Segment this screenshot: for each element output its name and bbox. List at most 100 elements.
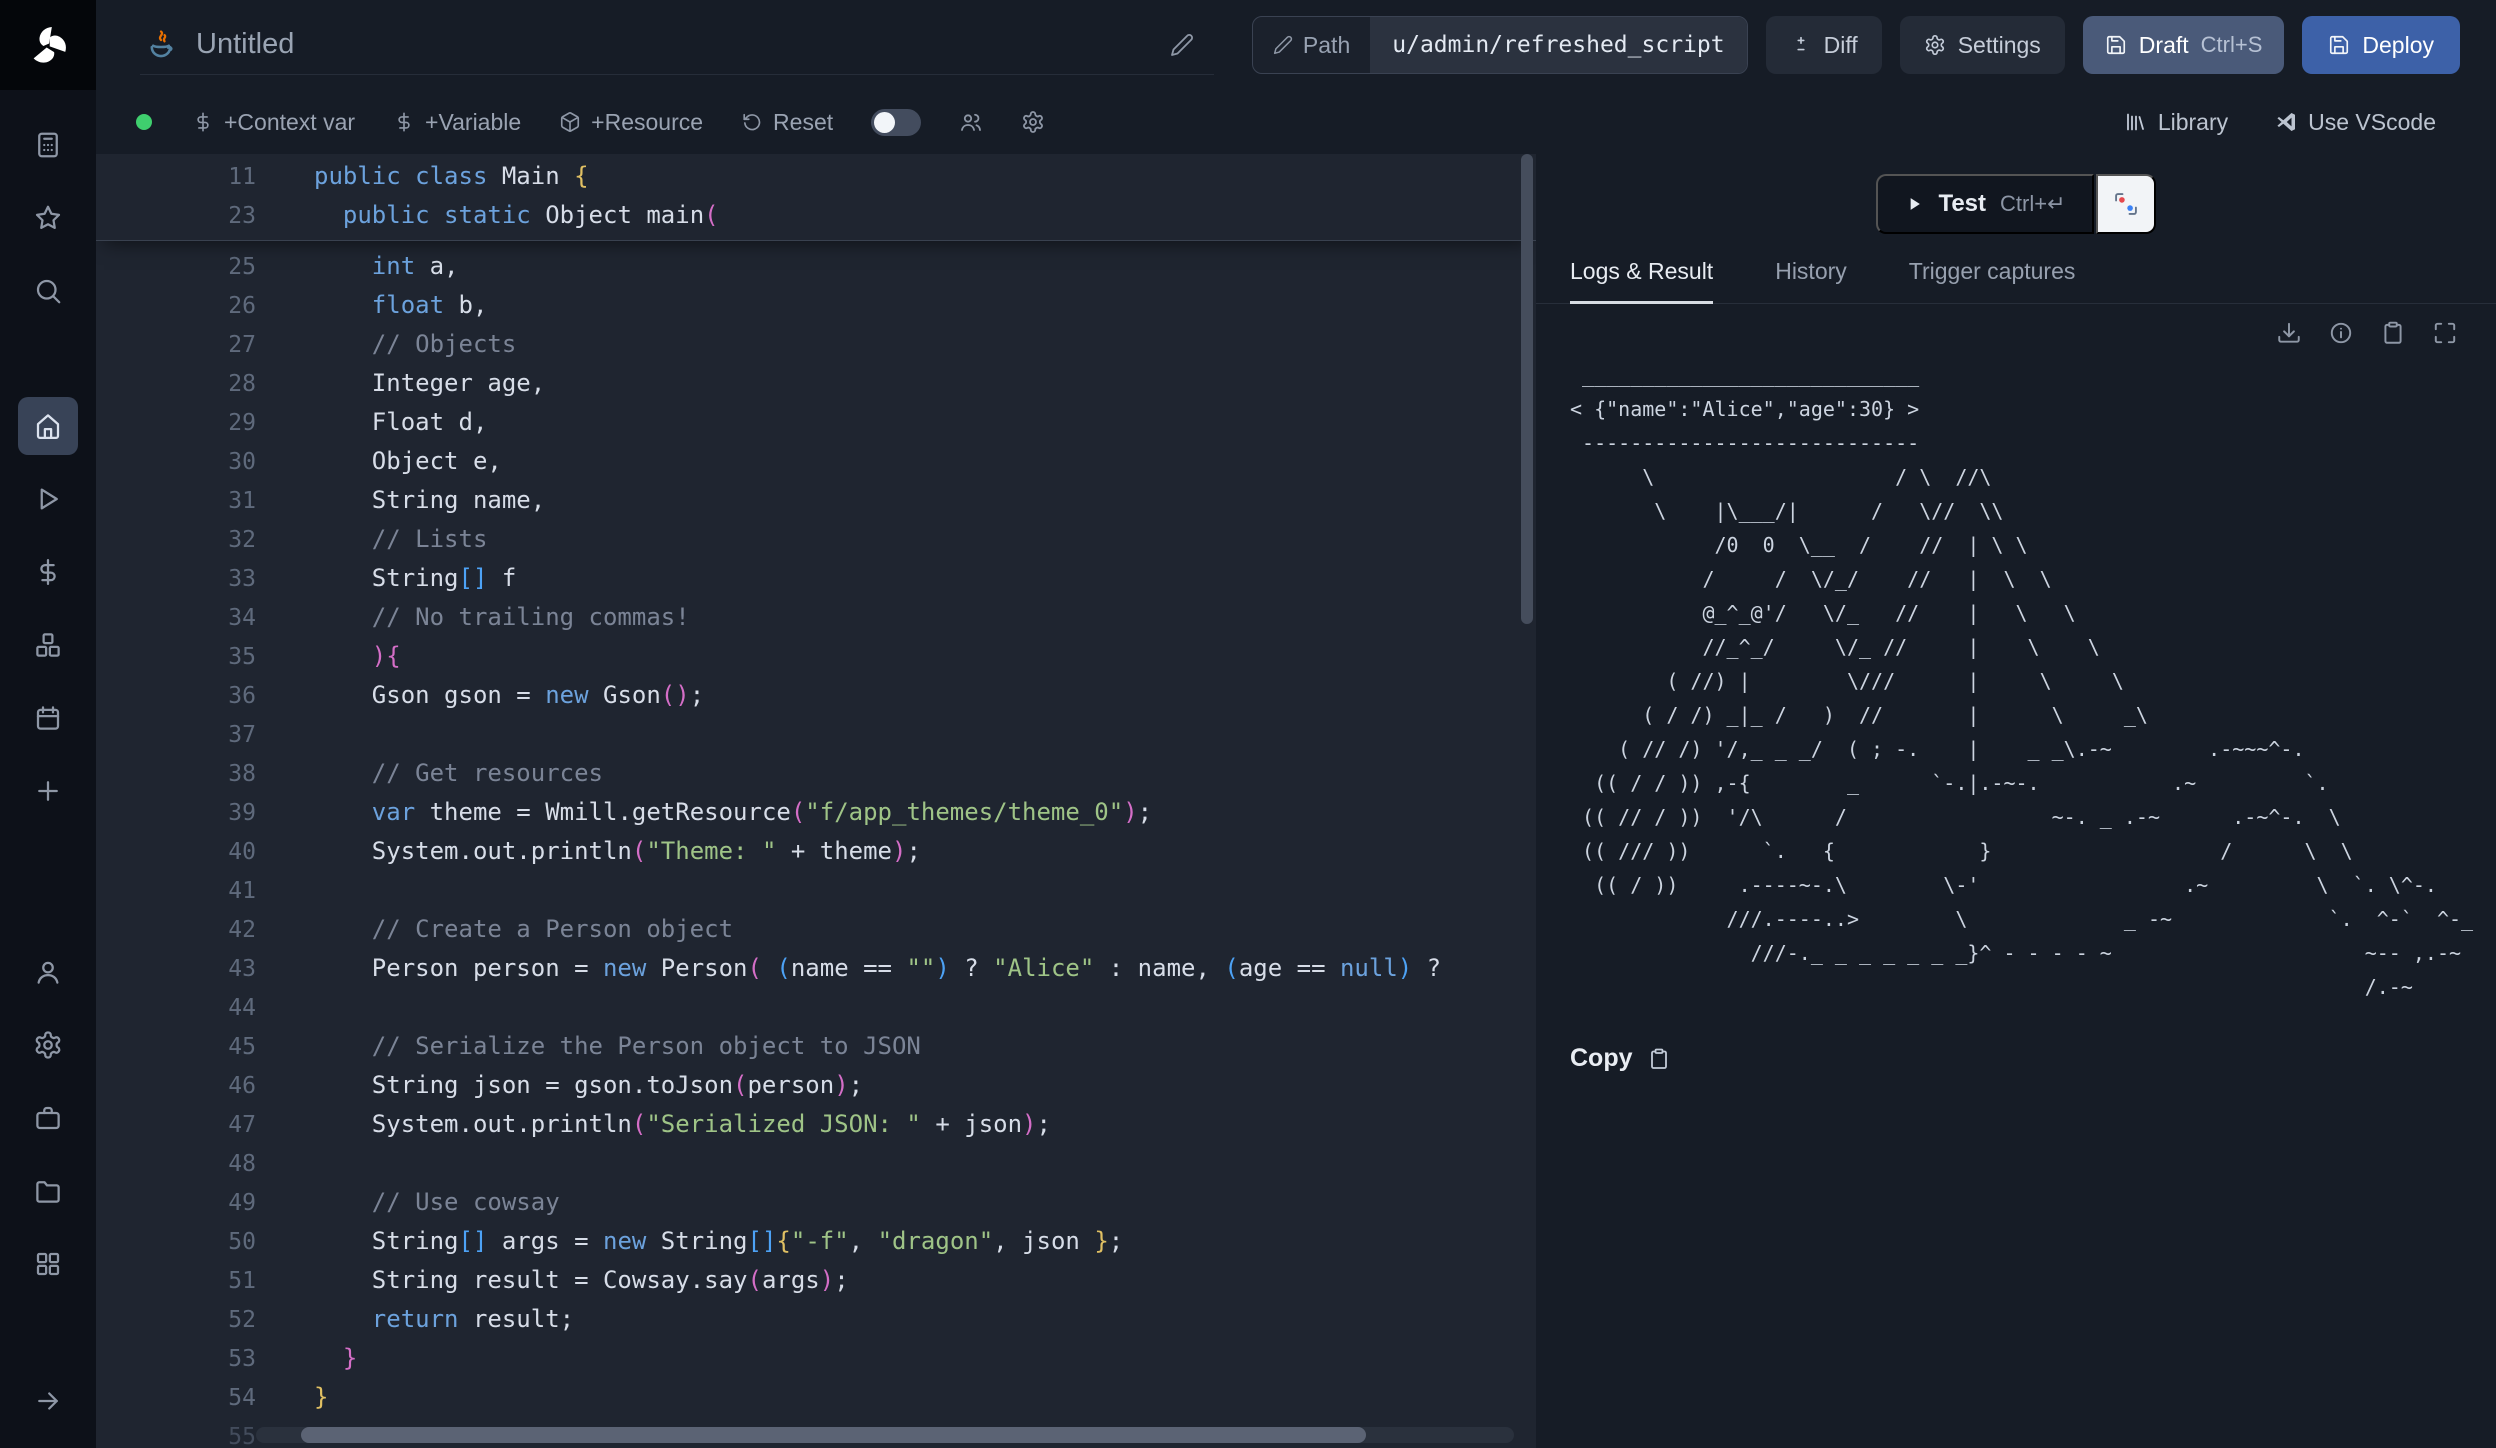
info-icon[interactable] xyxy=(2328,320,2354,346)
path-control[interactable]: Path u/admin/refreshed_script xyxy=(1252,16,1748,74)
code-line[interactable]: 25 int a, xyxy=(96,247,1536,286)
groups-grid-icon xyxy=(33,1249,63,1279)
sidebar-item-resources[interactable] xyxy=(18,616,78,674)
home-icon xyxy=(33,411,63,441)
deploy-button[interactable]: Deploy xyxy=(2302,16,2460,74)
code-line[interactable]: 35 ){ xyxy=(96,637,1536,676)
clipboard-icon[interactable] xyxy=(2380,320,2406,346)
code-line[interactable]: 53 } xyxy=(96,1339,1536,1378)
editor-horizontal-scrollbar-thumb[interactable] xyxy=(301,1427,1366,1443)
code-line[interactable]: 42 // Create a Person object xyxy=(96,910,1536,949)
line-number: 34 xyxy=(96,599,256,638)
diff-mode-toggle[interactable] xyxy=(871,109,921,136)
settings-button[interactable]: Settings xyxy=(1900,16,2065,74)
code-line[interactable]: 45 // Serialize the Person object to JSO… xyxy=(96,1027,1536,1066)
code-line[interactable]: 28 Integer age, xyxy=(96,364,1536,403)
sidebar-item-favorites[interactable] xyxy=(18,189,78,247)
use-vscode-button[interactable]: Use VScode xyxy=(2274,109,2436,136)
test-shortcut: Ctrl+↵ xyxy=(2000,191,2066,217)
code-line[interactable]: 49 // Use cowsay xyxy=(96,1183,1536,1222)
sidebar-item-apps[interactable] xyxy=(18,116,78,174)
multiplayer-button[interactable] xyxy=(959,110,983,134)
code-line[interactable]: 38 // Get resources xyxy=(96,754,1536,793)
code-line[interactable]: 26 float b, xyxy=(96,286,1536,325)
test-button[interactable]: Test Ctrl+↵ xyxy=(1876,174,2093,234)
tab-trigger-captures[interactable]: Trigger captures xyxy=(1909,242,2076,303)
tab-history[interactable]: History xyxy=(1775,242,1847,303)
sidebar-expand-button[interactable] xyxy=(18,1372,78,1430)
toggle-knob xyxy=(874,112,895,133)
code-line[interactable]: 29 Float d, xyxy=(96,403,1536,442)
code-line[interactable]: 54} xyxy=(96,1378,1536,1417)
code-line[interactable]: 39 var theme = Wmill.getResource("f/app_… xyxy=(96,793,1536,832)
sidebar-item-runs[interactable] xyxy=(18,470,78,528)
line-number: 51 xyxy=(96,1262,256,1301)
download-icon[interactable] xyxy=(2276,320,2302,346)
library-button[interactable]: Library xyxy=(2124,109,2228,136)
gear-icon xyxy=(1021,110,1045,134)
code-line[interactable]: 31 String name, xyxy=(96,481,1536,520)
code-line[interactable]: 47 System.out.println("Serialized JSON: … xyxy=(96,1105,1536,1144)
code-line[interactable]: 37 xyxy=(96,715,1536,754)
code-line[interactable]: 23 public static Object main( xyxy=(96,196,1536,235)
capture-mode-button[interactable] xyxy=(2096,174,2156,234)
code-line[interactable]: 48 xyxy=(96,1144,1536,1183)
gear-icon xyxy=(1924,34,1946,56)
sidebar-item-groups[interactable] xyxy=(18,1235,78,1293)
line-number: 33 xyxy=(96,560,256,599)
app: Untitled Path u/admin/refreshed_script xyxy=(0,0,2496,1448)
code-line[interactable]: 52 return result; xyxy=(96,1300,1536,1339)
package-icon xyxy=(559,111,581,133)
draft-button[interactable]: Draft Ctrl+S xyxy=(2083,16,2285,74)
windmill-logo[interactable] xyxy=(0,0,96,90)
sidebar-item-search[interactable] xyxy=(18,262,78,320)
copy-result-button[interactable]: Copy xyxy=(1570,1044,2496,1073)
add-resource-button[interactable]: +Resource xyxy=(559,109,703,136)
diff-button[interactable]: Diff xyxy=(1766,16,1882,74)
variables-dollar-icon xyxy=(33,557,63,587)
code-line[interactable]: 11public class Main { xyxy=(96,157,1536,196)
sidebar-item-schedules[interactable] xyxy=(18,689,78,747)
add-context-var-button[interactable]: +Context var xyxy=(192,109,355,136)
sidebar-item-add[interactable] xyxy=(18,762,78,820)
code-line[interactable]: 40 System.out.println("Theme: " + theme)… xyxy=(96,832,1536,871)
sidebar-item-user[interactable] xyxy=(18,943,78,1001)
code-line[interactable]: 33 String[] f xyxy=(96,559,1536,598)
code-line[interactable]: 51 String result = Cowsay.say(args); xyxy=(96,1261,1536,1300)
line-number: 45 xyxy=(96,1028,256,1067)
code-editor[interactable]: 11public class Main {23 public static Ob… xyxy=(96,154,1536,1448)
sidebar-item-folders[interactable] xyxy=(18,1162,78,1220)
vscode-icon xyxy=(2274,110,2298,134)
code-line[interactable]: 41 xyxy=(96,871,1536,910)
code-line[interactable]: 27 // Objects xyxy=(96,325,1536,364)
code-line[interactable]: 46 String json = gson.toJson(person); xyxy=(96,1066,1536,1105)
result-actions xyxy=(1536,304,2496,346)
sidebar-item-workers[interactable] xyxy=(18,1089,78,1147)
tab-logs-result[interactable]: Logs & Result xyxy=(1570,242,1713,303)
code-lines[interactable]: 25 int a,26 float b,27 // Objects28 Inte… xyxy=(96,241,1536,1448)
script-title-field[interactable]: Untitled xyxy=(140,15,1214,75)
sidebar-item-home[interactable] xyxy=(18,397,78,455)
code-line[interactable]: 34 // No trailing commas! xyxy=(96,598,1536,637)
line-number: 11 xyxy=(96,158,256,197)
code-line[interactable]: 44 xyxy=(96,988,1536,1027)
code-line[interactable]: 32 // Lists xyxy=(96,520,1536,559)
code-line[interactable]: 50 String[] args = new String[]{"-f", "d… xyxy=(96,1222,1536,1261)
code-line[interactable]: 43 Person person = new Person( (name == … xyxy=(96,949,1536,988)
add-variable-button[interactable]: +Variable xyxy=(393,109,521,136)
sidebar-item-settings[interactable] xyxy=(18,1016,78,1074)
code-line[interactable]: 30 Object e, xyxy=(96,442,1536,481)
sidebar-item-variables[interactable] xyxy=(18,543,78,601)
editor-vertical-scrollbar[interactable] xyxy=(1521,154,1533,624)
main-column: Untitled Path u/admin/refreshed_script xyxy=(96,0,2496,1448)
java-icon xyxy=(144,28,178,62)
editor-settings-button[interactable] xyxy=(1021,110,1045,134)
line-number: 30 xyxy=(96,443,256,482)
pencil-icon xyxy=(1273,35,1293,55)
code-line[interactable]: 36 Gson gson = new Gson(); xyxy=(96,676,1536,715)
maximize-icon[interactable] xyxy=(2432,320,2458,346)
settings-gear-icon xyxy=(33,1030,63,1060)
reset-button[interactable]: Reset xyxy=(741,109,833,136)
sticky-lines: 11public class Main {23 public static Ob… xyxy=(96,154,1536,241)
edit-pencil-icon[interactable] xyxy=(1170,33,1194,57)
